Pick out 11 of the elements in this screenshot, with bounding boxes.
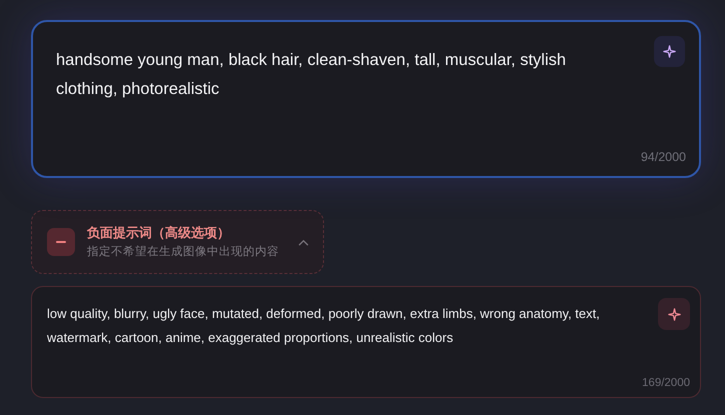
section-title: 负面提示词（高级选项） (87, 224, 231, 242)
chevron-up-icon (298, 238, 309, 246)
negative-prompt-toggle[interactable]: 负面提示词（高级选项） 指定不希望在生成图像中出现的内容 (31, 210, 324, 274)
sparkle-icon (668, 308, 680, 320)
minus-icon (47, 228, 75, 256)
enhance-button[interactable] (658, 298, 690, 330)
character-counter: 94/2000 (640, 149, 686, 166)
character-counter: 169/2000 (642, 376, 690, 391)
enhance-button[interactable] (654, 36, 685, 67)
section-subtitle: 指定不希望在生成图像中出现的内容 (87, 244, 280, 260)
sparkle-icon (663, 45, 676, 58)
